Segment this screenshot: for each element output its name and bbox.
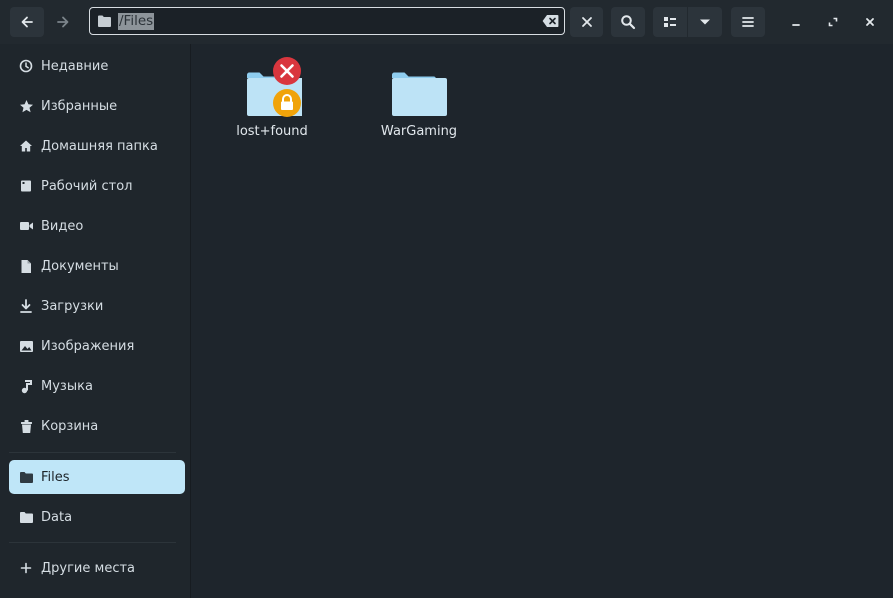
sidebar-item-files[interactable]: Files: [9, 460, 185, 494]
file-view[interactable]: lost+found WarGaming: [191, 44, 893, 598]
sidebar-item-label: Другие места: [41, 560, 136, 576]
sidebar-item-music[interactable]: Музыка: [9, 369, 185, 403]
sidebar-item-label: Видео: [41, 218, 84, 234]
file-name: WarGaming: [380, 124, 458, 139]
sidebar-item-label: Домашняя папка: [41, 138, 158, 154]
arrow-left-icon: [21, 16, 33, 28]
main-menu-button[interactable]: [731, 7, 765, 37]
header-bar: /Files: [0, 0, 893, 44]
sidebar-item-label: Изображения: [41, 338, 135, 354]
plus-icon: [18, 560, 34, 576]
maximize-icon: [828, 17, 838, 27]
list-view-icon: [664, 17, 676, 27]
sidebar-item-label: Рабочий стол: [41, 178, 133, 194]
forward-button[interactable]: [46, 7, 80, 37]
sidebar-item-label: Документы: [41, 258, 119, 274]
sidebar-item-documents[interactable]: Документы: [9, 249, 185, 283]
file-item-wargaming[interactable]: WarGaming: [364, 44, 474, 139]
file-item-lost-found[interactable]: lost+found: [217, 44, 327, 139]
star-icon: [18, 98, 34, 114]
close-icon: [866, 18, 874, 26]
back-button[interactable]: [10, 7, 44, 37]
unreadable-icon: [273, 57, 301, 85]
minimize-button[interactable]: [784, 7, 808, 37]
folder-icon: [98, 15, 111, 27]
sidebar-item-label: Избранные: [41, 98, 118, 114]
folder-icon: [18, 509, 34, 525]
sidebar-item-other-locations[interactable]: Другие места: [9, 551, 185, 585]
video-icon: [18, 218, 34, 234]
maximize-button[interactable]: [821, 7, 845, 37]
minimize-icon: [792, 24, 800, 26]
download-icon: [18, 298, 34, 314]
sidebar-item-label: Data: [41, 509, 73, 525]
sidebar-item-label: Музыка: [41, 378, 93, 394]
chevron-down-icon: [700, 19, 710, 25]
close-location-button[interactable]: [570, 7, 603, 37]
close-icon: [581, 17, 592, 27]
sidebar-item-pictures[interactable]: Изображения: [9, 329, 185, 363]
sidebar-separator: [9, 452, 176, 453]
trash-icon: [18, 418, 34, 434]
sidebar-item-starred[interactable]: Избранные: [9, 89, 185, 123]
view-toggle-button[interactable]: [653, 7, 687, 37]
desktop-icon: [18, 178, 34, 194]
view-menu-button[interactable]: [688, 7, 722, 37]
image-icon: [18, 338, 34, 354]
sidebar-item-trash[interactable]: Корзина: [9, 409, 185, 443]
hamburger-icon: [742, 17, 754, 27]
backspace-icon[interactable]: [542, 14, 559, 28]
lock-icon: [273, 89, 301, 117]
sidebar-separator: [9, 542, 176, 543]
location-entry[interactable]: /Files: [89, 7, 565, 35]
close-window-button[interactable]: [858, 7, 882, 37]
arrow-right-icon: [57, 16, 69, 28]
sidebar: Недавние Избранные Домашняя папка Рабочи…: [0, 44, 191, 598]
file-name: lost+found: [236, 124, 308, 139]
folder-icon: [389, 60, 449, 116]
search-button[interactable]: [611, 7, 645, 37]
document-icon: [18, 258, 34, 274]
music-icon: [18, 378, 34, 394]
clock-icon: [18, 58, 34, 74]
sidebar-item-label: Files: [41, 469, 70, 485]
search-icon: [621, 15, 636, 30]
sidebar-item-label: Недавние: [41, 58, 109, 74]
sidebar-item-desktop[interactable]: Рабочий стол: [9, 169, 185, 203]
sidebar-item-label: Корзина: [41, 418, 99, 434]
folder-icon: [18, 469, 34, 485]
folder-icon: [242, 57, 304, 117]
sidebar-item-data[interactable]: Data: [9, 500, 185, 534]
sidebar-item-videos[interactable]: Видео: [9, 209, 185, 243]
home-icon: [18, 138, 34, 154]
sidebar-item-recent[interactable]: Недавние: [9, 49, 185, 83]
sidebar-item-home[interactable]: Домашняя папка: [9, 129, 185, 163]
sidebar-item-label: Загрузки: [41, 298, 104, 314]
sidebar-item-downloads[interactable]: Загрузки: [9, 289, 185, 323]
location-text[interactable]: /Files: [118, 13, 155, 30]
